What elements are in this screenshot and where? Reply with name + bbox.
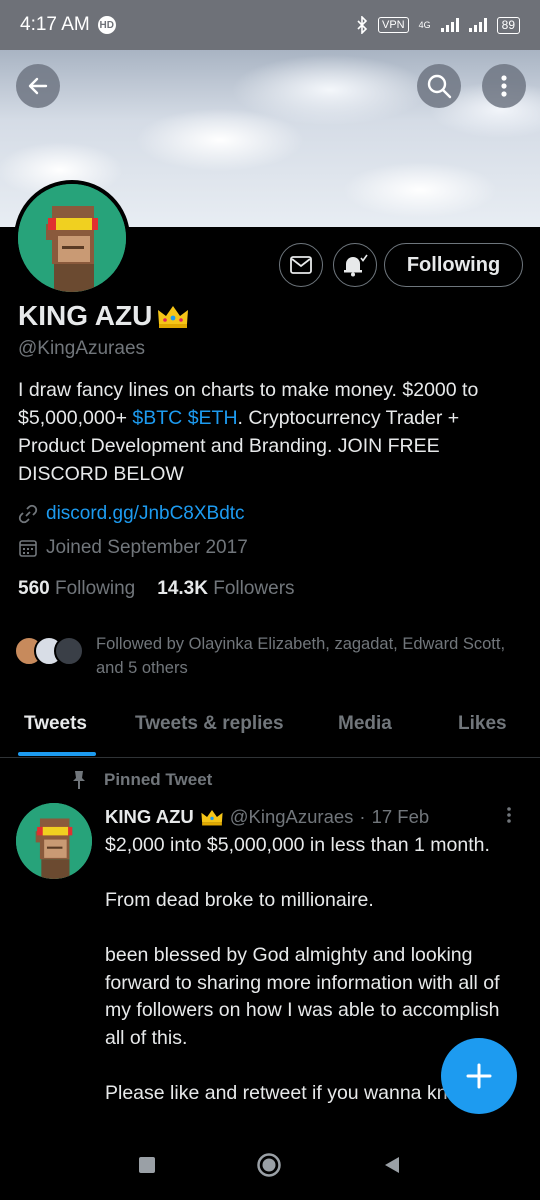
home-icon[interactable] <box>256 1152 282 1178</box>
battery-icon: 89 <box>496 16 520 34</box>
message-button[interactable] <box>279 243 323 287</box>
search-icon <box>427 74 452 99</box>
status-time: 4:17 AM <box>20 14 90 35</box>
tweet-author-handle[interactable]: @KingAzuraes <box>230 806 354 828</box>
followers-count-link[interactable]: 14.3K Followers <box>157 578 294 600</box>
followed-by[interactable]: Followed by Olayinka Elizabeth, zagadat,… <box>14 632 516 680</box>
recents-icon[interactable] <box>138 1156 156 1174</box>
more-vertical-icon <box>507 807 511 823</box>
calendar-icon <box>19 540 37 557</box>
tweet-date[interactable]: 17 Feb <box>372 806 430 828</box>
back-nav-icon[interactable] <box>382 1155 402 1175</box>
profile-tabs: Tweets Tweets & replies Media Likes <box>0 700 540 758</box>
back-button[interactable] <box>16 64 60 108</box>
profile-handle: @KingAzuraes <box>18 338 146 359</box>
follower-avatars <box>14 632 86 668</box>
followed-by-text: Followed by Olayinka Elizabeth, zagadat,… <box>96 635 506 677</box>
follow-counts: 560 Following 14.3K Followers <box>18 578 295 600</box>
status-indicators: VPN 4G 89 <box>356 16 520 34</box>
pin-icon <box>73 771 85 789</box>
tweet-author-name[interactable]: KING AZU <box>105 806 194 828</box>
notifications-button[interactable] <box>333 243 377 287</box>
compose-tweet-button[interactable] <box>441 1038 517 1114</box>
active-tab-indicator <box>18 752 96 756</box>
tab-media[interactable]: Media <box>338 713 392 735</box>
system-nav-bar <box>0 1130 540 1200</box>
plus-icon <box>466 1063 492 1089</box>
ape-avatar-image <box>18 184 126 292</box>
cashtag-eth[interactable]: $ETH <box>188 407 238 429</box>
crown-icon <box>158 306 189 328</box>
pinned-label: Pinned Tweet <box>72 770 212 790</box>
crown-icon <box>201 809 223 826</box>
bell-check-icon <box>344 254 368 277</box>
profile-bio: I draw fancy lines on charts to make mon… <box>18 376 518 488</box>
profile-joined-row: Joined September 2017 <box>18 537 248 559</box>
following-label: Following <box>54 578 136 599</box>
profile-link[interactable]: discord.gg/JnbC8XBdtc <box>46 503 245 525</box>
tab-likes[interactable]: Likes <box>458 713 507 735</box>
link-icon <box>18 504 38 524</box>
pinned-label-text: Pinned Tweet <box>104 770 213 789</box>
profile-name-text: KING AZU <box>18 300 153 331</box>
followers-label: Followers <box>213 578 295 599</box>
status-bar: 4:17 AM HD VPN 4G 89 <box>0 0 540 50</box>
more-button[interactable] <box>482 64 526 108</box>
hd-icon: HD <box>97 16 116 34</box>
followers-count: 14.3K <box>157 578 208 599</box>
following-button[interactable]: Following <box>384 243 523 287</box>
following-count-link[interactable]: 560 Following <box>18 578 135 600</box>
tweet-separator: · <box>359 806 366 827</box>
tweet-author-avatar[interactable] <box>16 803 92 879</box>
following-count: 560 <box>18 578 50 599</box>
vpn-badge: VPN <box>378 17 409 33</box>
profile-link-row: discord.gg/JnbC8XBdtc <box>18 503 245 525</box>
search-button[interactable] <box>417 64 461 108</box>
network-label: 4G <box>418 20 431 30</box>
joined-date: Joined September 2017 <box>46 537 248 558</box>
signal-icon <box>440 18 459 32</box>
arrow-left-icon <box>28 77 48 95</box>
profile-avatar[interactable] <box>14 180 130 296</box>
tab-tweets[interactable]: Tweets <box>24 713 87 735</box>
follower-avatar <box>54 636 84 666</box>
tweet-header: KING AZU @KingAzuraes · 17 Feb <box>105 806 429 828</box>
more-vertical-icon <box>501 75 507 97</box>
profile-name: KING AZU <box>18 300 190 332</box>
envelope-icon <box>290 256 312 274</box>
tab-tweets-replies[interactable]: Tweets & replies <box>135 713 284 735</box>
tweet-more-button[interactable] <box>506 806 512 824</box>
cashtag-btc[interactable]: $BTC <box>132 407 182 429</box>
signal-icon-2 <box>468 18 487 32</box>
bluetooth-icon <box>357 16 368 34</box>
